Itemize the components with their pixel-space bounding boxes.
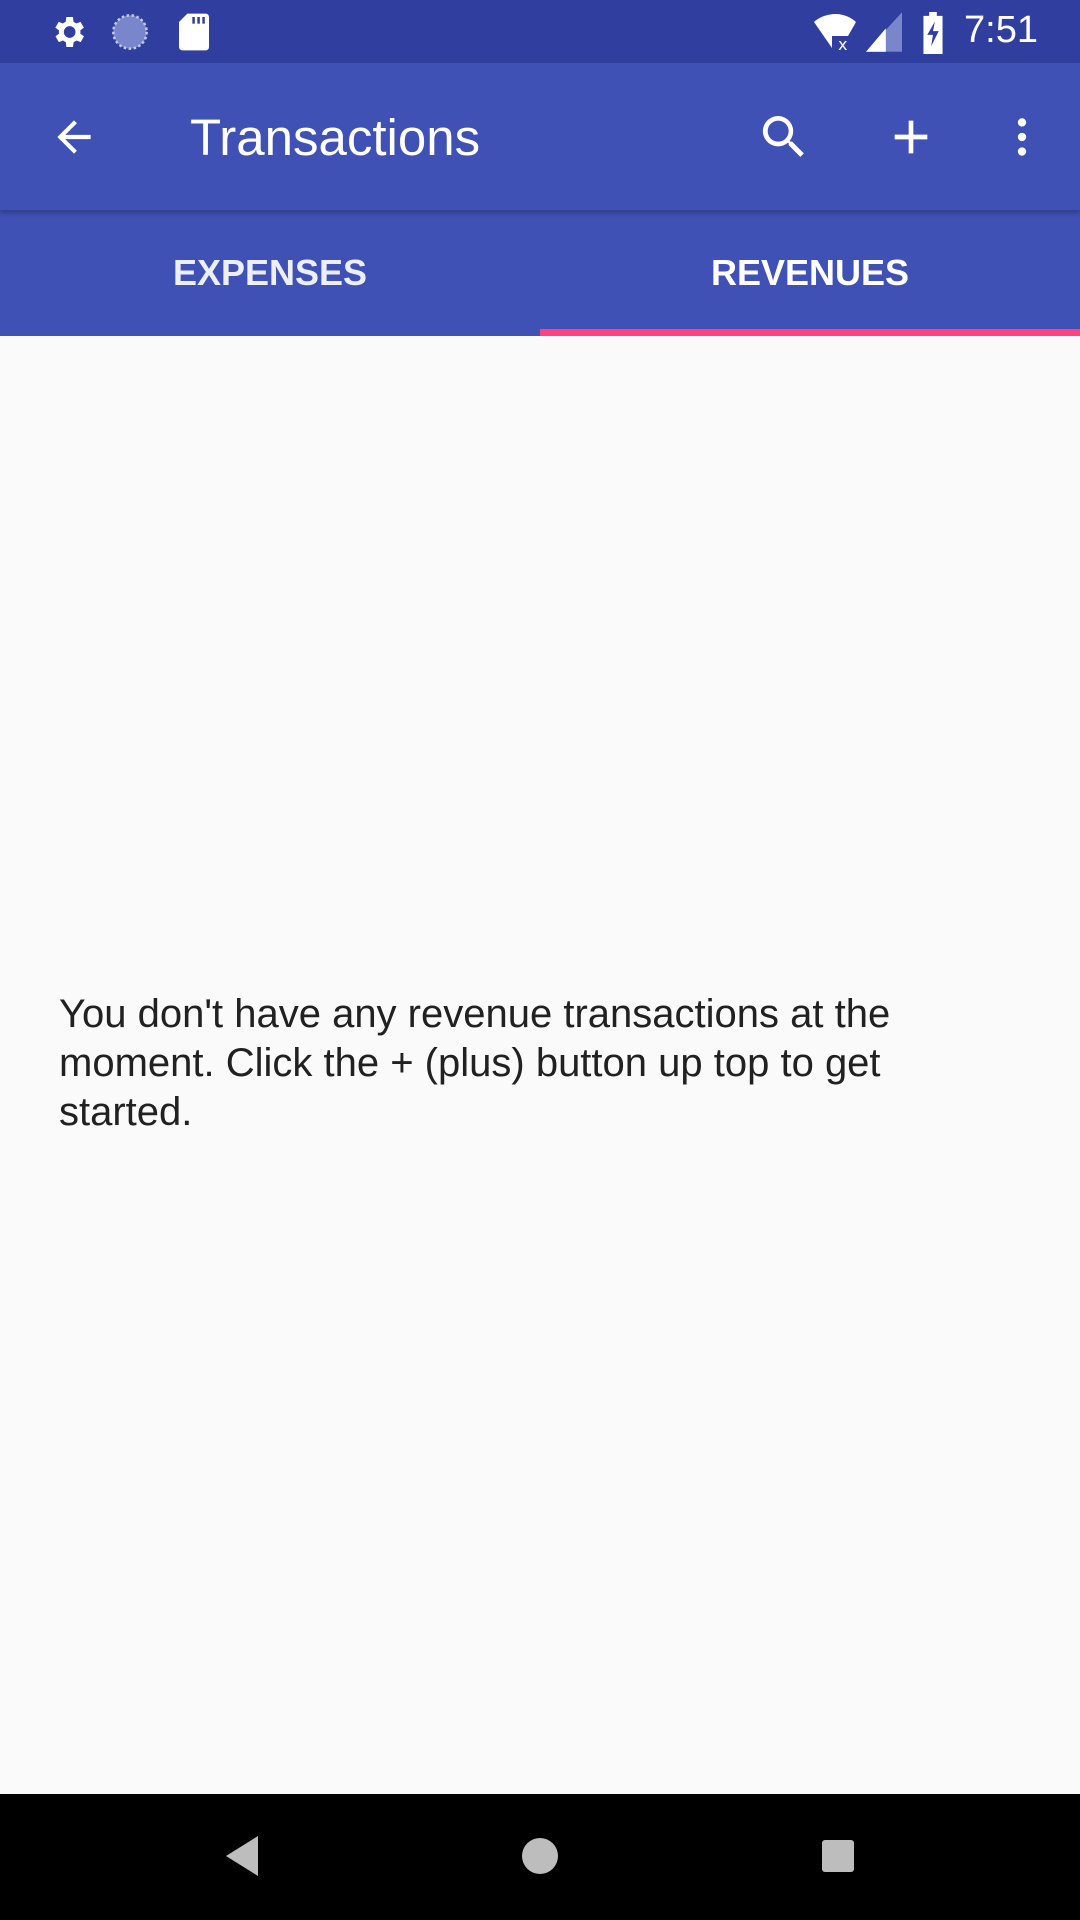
search-button[interactable]	[746, 99, 822, 175]
settings-icon	[55, 17, 84, 47]
recents-nav-icon[interactable]	[818, 1834, 858, 1878]
add-button[interactable]	[873, 99, 949, 175]
empty-state-message: You don't have any revenue transactions …	[59, 992, 891, 1134]
more-vert-icon	[1017, 118, 1027, 156]
sd-card-icon	[179, 13, 209, 51]
more-options-button[interactable]	[984, 99, 1060, 175]
status-time: 7:51	[964, 9, 1038, 51]
sync-icon	[112, 14, 148, 50]
back-button[interactable]	[36, 99, 112, 175]
wifi-off-icon: x	[814, 14, 856, 52]
back-nav-icon[interactable]	[222, 1834, 262, 1878]
search-icon	[762, 116, 804, 157]
back-arrow-icon	[57, 120, 91, 154]
battery-charging-icon	[923, 12, 943, 54]
add-icon	[894, 120, 928, 154]
navigation-bar	[0, 1794, 1080, 1920]
tab-revenues[interactable]: REVENUES	[540, 210, 1080, 336]
home-nav-icon[interactable]	[520, 1834, 560, 1878]
svg-text:x: x	[838, 35, 847, 52]
status-bar: x 7:51	[0, 0, 1080, 63]
tab-expenses[interactable]: EXPENSES	[0, 210, 540, 336]
tab-bar: EXPENSES REVENUES	[0, 210, 1080, 336]
toolbar: Transactions	[0, 63, 1080, 210]
signal-icon	[866, 12, 902, 52]
page-title: Transactions	[190, 109, 481, 166]
